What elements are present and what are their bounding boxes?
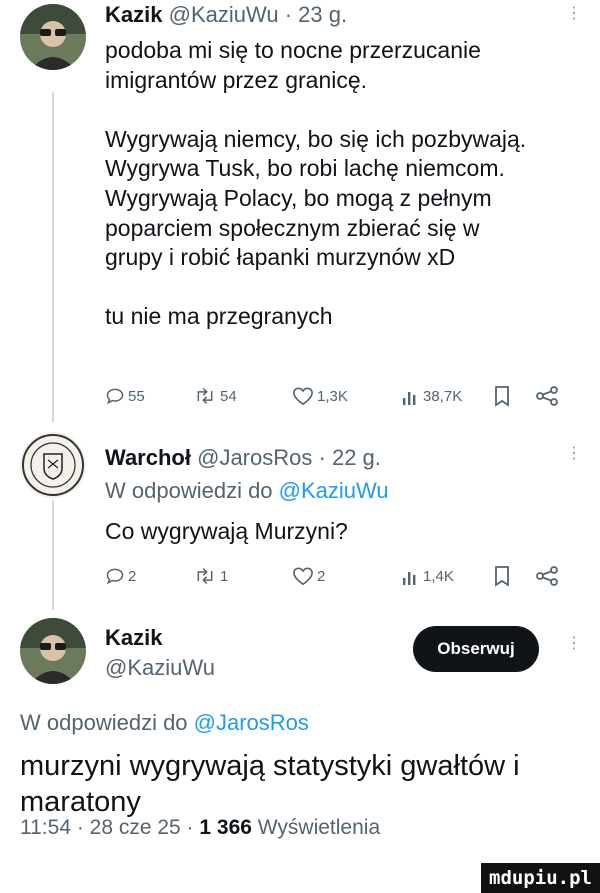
bookmark-button[interactable] [493,561,511,591]
like-button[interactable]: 2 [292,561,325,591]
tweet-meta: 11:54 · 28 cze 25 · 1 366 Wyświetlenia [20,816,380,840]
main-author-handle[interactable]: @KaziuWu [105,655,215,681]
views-icon [403,392,416,405]
replying-to: W odpowiedzi do @KaziuWu [105,478,389,504]
like-count: 2 [317,567,326,585]
like-icon [293,567,313,586]
views-total: 1 366 [199,816,252,839]
thread-line [52,500,54,610]
views-icon [403,572,416,585]
reply-button[interactable]: 2 [105,561,136,591]
replying-to-label: W odpowiedzi do [20,710,194,735]
retweet-button[interactable]: 54 [193,381,237,411]
share-icon [536,566,558,586]
tweet-timestamp[interactable]: 11:54 · 28 cze 25 · [20,816,199,839]
reply-icon [106,388,124,405]
tweet-actions: 2 1 2 1,4K [105,561,575,591]
views-button[interactable]: 38,7K [402,381,462,411]
tweet-actions: 55 54 1,3K 38,7K [105,381,575,411]
reply-icon [106,568,124,585]
more-icon[interactable]: ⋮ [566,6,582,22]
separator-dot: · [318,445,326,470]
replying-to-handle[interactable]: @JarosRos [194,710,309,735]
share-icon [536,386,558,406]
views-button[interactable]: 1,4K [402,561,454,591]
like-button[interactable]: 1,3K [292,381,348,411]
author-name[interactable]: Kazik [105,2,162,27]
avatar-kazik[interactable] [20,4,86,70]
tweet-text: podoba mi się to nocne przerzucanie imig… [105,37,527,330]
retweet-icon [197,387,213,405]
bookmark-button[interactable] [493,381,511,411]
views-label: Wyświetlenia [251,816,381,839]
main-tweet-text: murzyni wygrywają statystyki gwałtów i m… [20,750,520,818]
author-handle[interactable]: @KaziuWu [169,2,279,27]
reply-count: 55 [128,387,145,405]
share-button[interactable] [535,561,559,591]
retweet-button[interactable]: 1 [193,561,228,591]
bookmark-icon [495,386,509,407]
replying-to: W odpowiedzi do @JarosRos [20,710,309,736]
retweet-count: 1 [220,567,229,585]
author-name[interactable]: Warchoł [105,445,191,470]
more-icon[interactable]: ⋮ [566,636,582,652]
reply-count: 2 [128,567,137,585]
tweet-header: Warchoł @JarosRos · 22 g. [105,445,381,471]
author-handle[interactable]: @JarosRos [197,445,312,470]
like-count: 1,3K [317,387,348,405]
bookmark-icon [495,566,509,587]
tweet-time[interactable]: 23 g. [298,2,347,27]
views-count: 38,7K [423,387,463,405]
thread-line [52,92,54,422]
like-icon [293,387,313,406]
views-count: 1,4K [423,567,454,585]
watermark: mdupiu.pl [481,863,600,893]
share-button[interactable] [535,381,559,411]
author-handle[interactable]: @KaziuWu [105,655,215,680]
replying-to-handle[interactable]: @KaziuWu [279,478,389,503]
avatar-kazik[interactable] [20,618,86,684]
tweet-time[interactable]: 22 g. [332,445,381,470]
avatar-warchol[interactable] [20,432,86,498]
separator-dot: · [284,2,293,27]
replying-to-label: W odpowiedzi do [105,478,279,503]
tweet-header: Kazik @KaziuWu · 23 g. [105,2,347,28]
tweet-text: Co wygrywają Murzyni? [105,518,348,544]
author-name[interactable]: Kazik [105,625,162,650]
reply-button[interactable]: 55 [105,381,145,411]
retweet-icon [197,567,213,585]
follow-button[interactable]: Obserwuj [413,626,539,672]
retweet-count: 54 [220,387,237,405]
main-author-name[interactable]: Kazik [105,625,162,651]
more-icon[interactable]: ⋮ [566,446,582,462]
